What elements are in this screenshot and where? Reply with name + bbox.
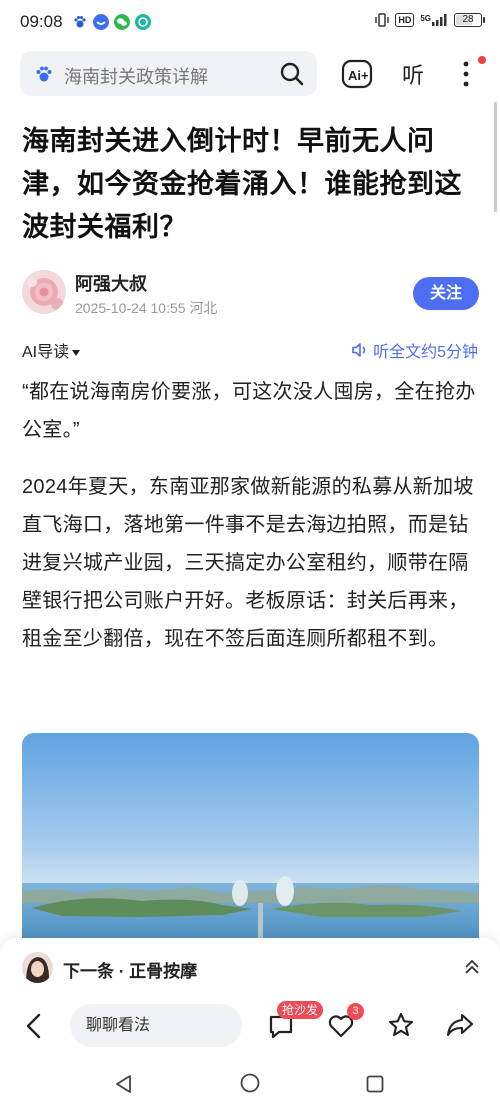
ai-guide-toggle[interactable]: AI导读 (22, 338, 81, 362)
system-navigation-bar (0, 1056, 500, 1111)
vibrate-icon (375, 13, 390, 27)
nav-back-icon[interactable] (113, 1073, 135, 1095)
listen-full-article-button[interactable]: 听全文约5分钟 (351, 338, 478, 362)
search-input[interactable]: 海南封关政策详解 (64, 63, 208, 89)
article-image[interactable] (22, 733, 479, 943)
article-title: 海南封关进入倒计时！早前无人问津，如今资金抢着涌入！谁能抢到这波封关福利？ (22, 126, 462, 242)
hd-badge: HD (395, 13, 415, 27)
like-count-badge: 3 (347, 1003, 364, 1020)
notification-dot (478, 56, 486, 64)
author-avatar[interactable] (22, 270, 66, 314)
app-notification-icon (135, 14, 151, 30)
svg-text:Ai+: Ai+ (348, 68, 369, 83)
wechat-icon (114, 14, 130, 30)
next-article-label[interactable]: 下一条 · 正骨按摩 (63, 957, 197, 982)
chevron-up-double-icon[interactable] (464, 958, 480, 976)
listen-full-label: 听全文约5分钟 (373, 344, 478, 361)
listen-button[interactable]: 听 (402, 58, 424, 90)
comment-input[interactable]: 聊聊看法 (70, 1004, 242, 1047)
caret-down-icon (72, 349, 81, 356)
search-bar[interactable]: 海南封关政策详解 (20, 51, 317, 96)
signal-icon: 5G (420, 14, 448, 26)
battery-icon: 28 (454, 13, 485, 27)
follow-button[interactable]: 关注 (413, 277, 479, 310)
article-paragraph: “都在说海南房价要涨，可这次没人囤房，全在抢办公室。” (22, 381, 476, 441)
speaker-icon (352, 343, 366, 357)
baidu-app-icon (93, 14, 109, 30)
author-name[interactable]: 阿强大叔 (75, 270, 147, 296)
ai-assistant-button[interactable]: Ai+ (340, 56, 378, 92)
more-options-icon[interactable] (455, 58, 477, 90)
status-time: 09:08 (20, 12, 63, 31)
nav-home-icon[interactable] (239, 1072, 261, 1094)
next-article-bar[interactable]: 下一条 · 正骨按摩 (0, 938, 500, 998)
star-icon[interactable] (387, 1011, 415, 1039)
status-indicators: HD 5G 28 (375, 12, 485, 28)
ai-guide-label: AI导读 (22, 344, 70, 361)
back-arrow-icon[interactable] (22, 1012, 46, 1040)
next-article-thumbnail (22, 952, 53, 983)
comment-badge: 抢沙发 (277, 1001, 324, 1019)
nav-recent-apps-icon[interactable] (365, 1074, 385, 1094)
status-bar: 09:08 HD 5G 28 (0, 0, 500, 44)
bottom-action-bar: 聊聊看法 抢沙发 3 (0, 998, 500, 1056)
publish-meta: 2025-10-24 10:55 河北 (75, 300, 218, 316)
share-icon[interactable] (445, 1011, 475, 1039)
scrollbar[interactable] (494, 102, 497, 212)
baidu-paw-icon (36, 66, 52, 82)
article-paragraph: 2024年夏天，东南亚那家做新能源的私募从新加坡直飞海口，落地第一件事不是去海边… (22, 476, 474, 650)
search-icon[interactable] (279, 61, 305, 87)
baidu-paw-icon (74, 16, 86, 28)
